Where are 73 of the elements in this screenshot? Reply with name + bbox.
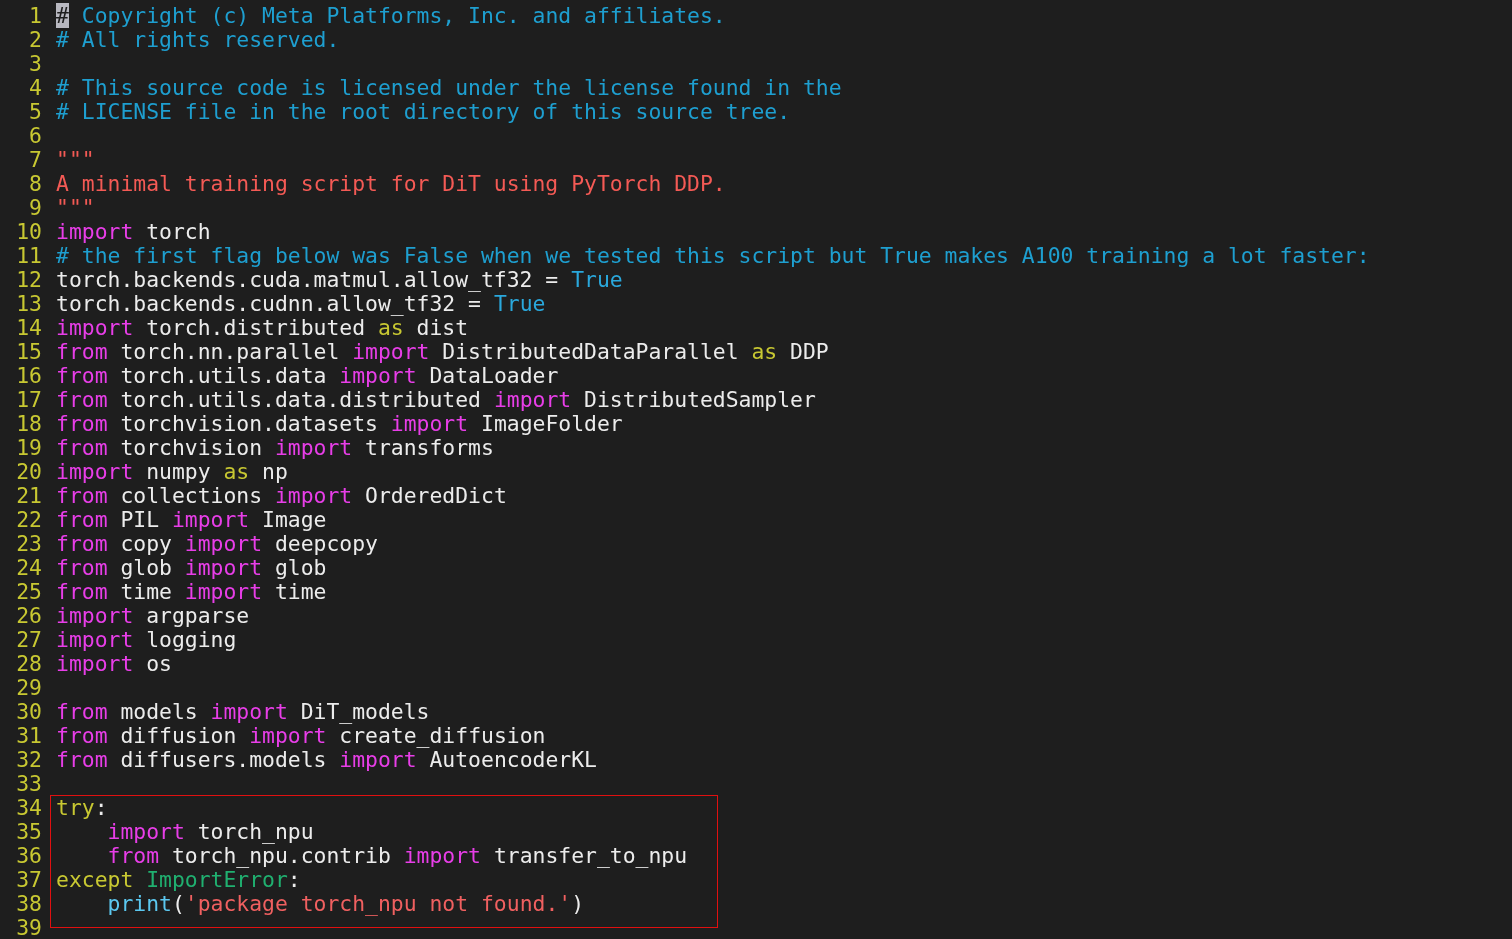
code-line: print('package torch_npu not found.') — [106, 892, 585, 916]
line-number: 39 — [15, 916, 42, 939]
code-line: from PIL import Image — [56, 508, 327, 532]
line-number: 21 — [15, 484, 42, 508]
code-line: from torchvision.datasets import ImageFolder — [56, 412, 623, 436]
code-line: # Copyright (c) Meta Platforms, Inc. and affiliates. — [56, 4, 726, 28]
code-line: except ImportError: — [56, 868, 301, 892]
line-number: 2 — [28, 28, 42, 52]
code-line: from torch_npu.contrib import transfer_to_npu — [106, 844, 688, 868]
code-line: import os — [56, 652, 172, 676]
code-line: import torch_npu — [106, 820, 314, 844]
code-line: import argparse — [56, 604, 250, 628]
line-number: 20 — [15, 460, 42, 484]
code-line: from torchvision import transforms — [56, 436, 494, 460]
line-number: 12 — [15, 268, 42, 292]
code-line: import torch — [56, 220, 211, 244]
line-number: 6 — [28, 124, 42, 148]
line-number: 1 — [28, 4, 42, 28]
line-number: 19 — [15, 436, 42, 460]
line-number: 14 — [15, 316, 42, 340]
code-line: from torch.utils.data.distributed import DistributedSampler — [56, 388, 816, 412]
code-line: from models import DiT_models — [56, 700, 430, 724]
code-line: torch.backends.cudnn.allow_tf32 = True — [56, 292, 546, 316]
code-line: """ — [56, 196, 95, 220]
code-line: from torch.nn.parallel import DistributedDataParallel as DDP — [56, 340, 829, 364]
code-line: from time import time — [56, 580, 327, 604]
line-number: 26 — [15, 604, 42, 628]
line-number: 7 — [28, 148, 42, 172]
line-number: 17 — [15, 388, 42, 412]
line-number: 37 — [15, 868, 42, 892]
line-number: 35 — [15, 820, 42, 844]
line-number: 5 — [28, 100, 42, 124]
line-number: 3 — [28, 52, 42, 76]
line-number: 16 — [15, 364, 42, 388]
code-line: from torch.utils.data import DataLoader — [56, 364, 559, 388]
line-number: 33 — [15, 772, 42, 796]
code-line: # LICENSE file in the root directory of this source tree. — [56, 100, 791, 124]
line-number: 27 — [15, 628, 42, 652]
code-line: import torch.distributed as dist — [56, 316, 469, 340]
line-number: 10 — [15, 220, 42, 244]
line-number: 8 — [28, 172, 42, 196]
line-number: 9 — [28, 196, 42, 220]
code-line: from collections import OrderedDict — [56, 484, 507, 508]
code-line: """ — [56, 148, 95, 172]
line-number: 13 — [15, 292, 42, 316]
code-line: from glob import glob — [56, 556, 327, 580]
line-number: 4 — [28, 76, 42, 100]
line-number: 36 — [15, 844, 42, 868]
code-line: from diffusers.models import AutoencoderKL — [56, 748, 597, 772]
line-number: 28 — [15, 652, 42, 676]
code-line: # the first flag below was False when we tested this script but True makes A100 training a lot faster: — [56, 244, 1370, 268]
code-line: import logging — [56, 628, 237, 652]
line-number: 18 — [15, 412, 42, 436]
line-number: 31 — [15, 724, 42, 748]
code-line: # This source code is licensed under the license found in the — [56, 76, 842, 100]
code-line: # All rights reserved. — [56, 28, 340, 52]
line-number: 11 — [15, 244, 42, 268]
code-line: A minimal training script for DiT using PyTorch DDP. — [56, 172, 726, 196]
line-number: 25 — [15, 580, 42, 604]
code-line: from diffusion import create_diffusion — [56, 724, 546, 748]
code-line: from copy import deepcopy — [56, 532, 378, 556]
code-line: torch.backends.cuda.matmul.allow_tf32 = True — [56, 268, 623, 292]
code-line: try: — [56, 796, 108, 820]
code-line: import numpy as np — [56, 460, 288, 484]
line-number: 15 — [15, 340, 42, 364]
line-number: 24 — [15, 556, 42, 580]
line-number: 22 — [15, 508, 42, 532]
line-number: 34 — [15, 796, 42, 820]
line-number: 23 — [15, 532, 42, 556]
line-number: 32 — [15, 748, 42, 772]
line-number: 30 — [15, 700, 42, 724]
line-number: 38 — [15, 892, 42, 916]
line-number: 29 — [15, 676, 42, 700]
